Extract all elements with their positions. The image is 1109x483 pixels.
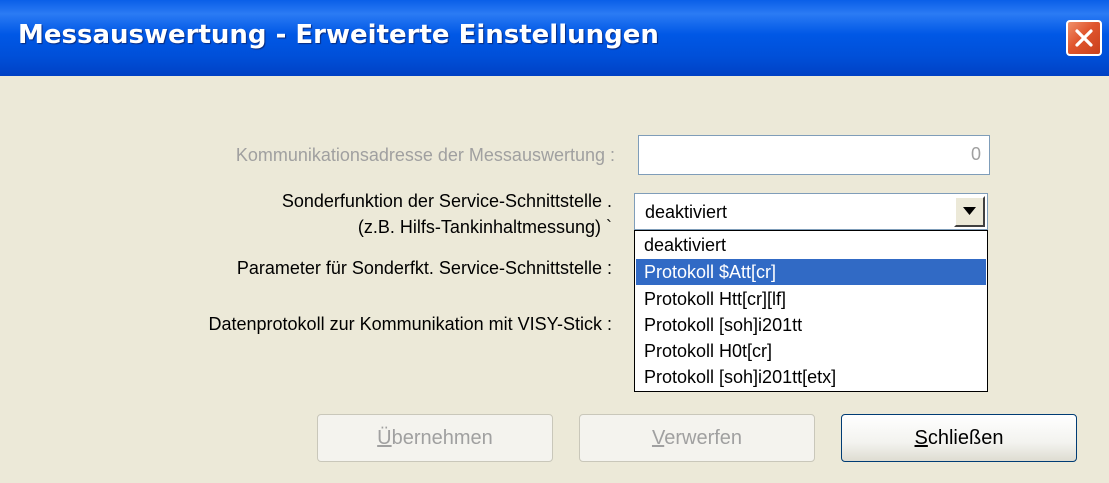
combobox-dropdown-button[interactable] [954,196,985,227]
dropdown-option[interactable]: Protokoll Htt[cr][lf] [636,286,986,312]
special-function-dropdown-list: deaktiviert Protokoll $Att[cr] Protokoll… [634,230,988,392]
protocol-label: Datenprotokoll zur Kommunikation mit VIS… [208,314,613,334]
title-bar[interactable]: Messauswertung - Erweiterte Einstellunge… [0,0,1109,76]
close-button[interactable]: Schließen [841,414,1077,462]
dropdown-option[interactable]: Protokoll [soh]i201tt[etx] [636,364,986,390]
dropdown-option[interactable]: Protokoll H0t[cr] [636,338,986,364]
parameter-label: Parameter für Sonderfkt. Service-Schnitt… [236,258,612,278]
discard-mnemonic: V [651,427,665,449]
close-mnemonic: S [914,427,928,449]
dialog-window: Messauswertung - Erweiterte Einstellunge… [0,0,1109,483]
address-value: 0 [970,144,981,164]
close-window-button[interactable] [1066,20,1102,56]
apply-button[interactable]: Übernehmen [317,414,553,462]
dropdown-option[interactable]: Protokoll [soh]i201tt [636,312,986,338]
discard-label: erwerfen [664,427,743,449]
special-function-label-line2: (z.B. Hilfs-Tankinhaltmessung) ` [357,217,612,237]
address-label: Kommunikationsadresse der Messauswertung… [235,145,615,165]
apply-label: bernehmen [391,427,493,449]
address-field: 0 [638,135,990,175]
dropdown-option[interactable]: deaktiviert [636,232,986,258]
close-icon [1075,29,1093,47]
combobox-selected-value: deaktiviert [645,202,728,222]
apply-mnemonic: Ü [377,427,392,449]
dropdown-option-highlighted[interactable]: Protokoll $Att[cr] [636,259,986,285]
window-title: Messauswertung - Erweiterte Einstellunge… [18,20,659,50]
special-function-combobox[interactable]: deaktiviert [634,193,988,230]
close-label: chließen [927,427,1004,449]
chevron-down-icon [963,207,976,215]
discard-button[interactable]: Verwerfen [579,414,815,462]
special-function-label-line1: Sonderfunktion der Service-Schnittstelle… [281,191,612,211]
